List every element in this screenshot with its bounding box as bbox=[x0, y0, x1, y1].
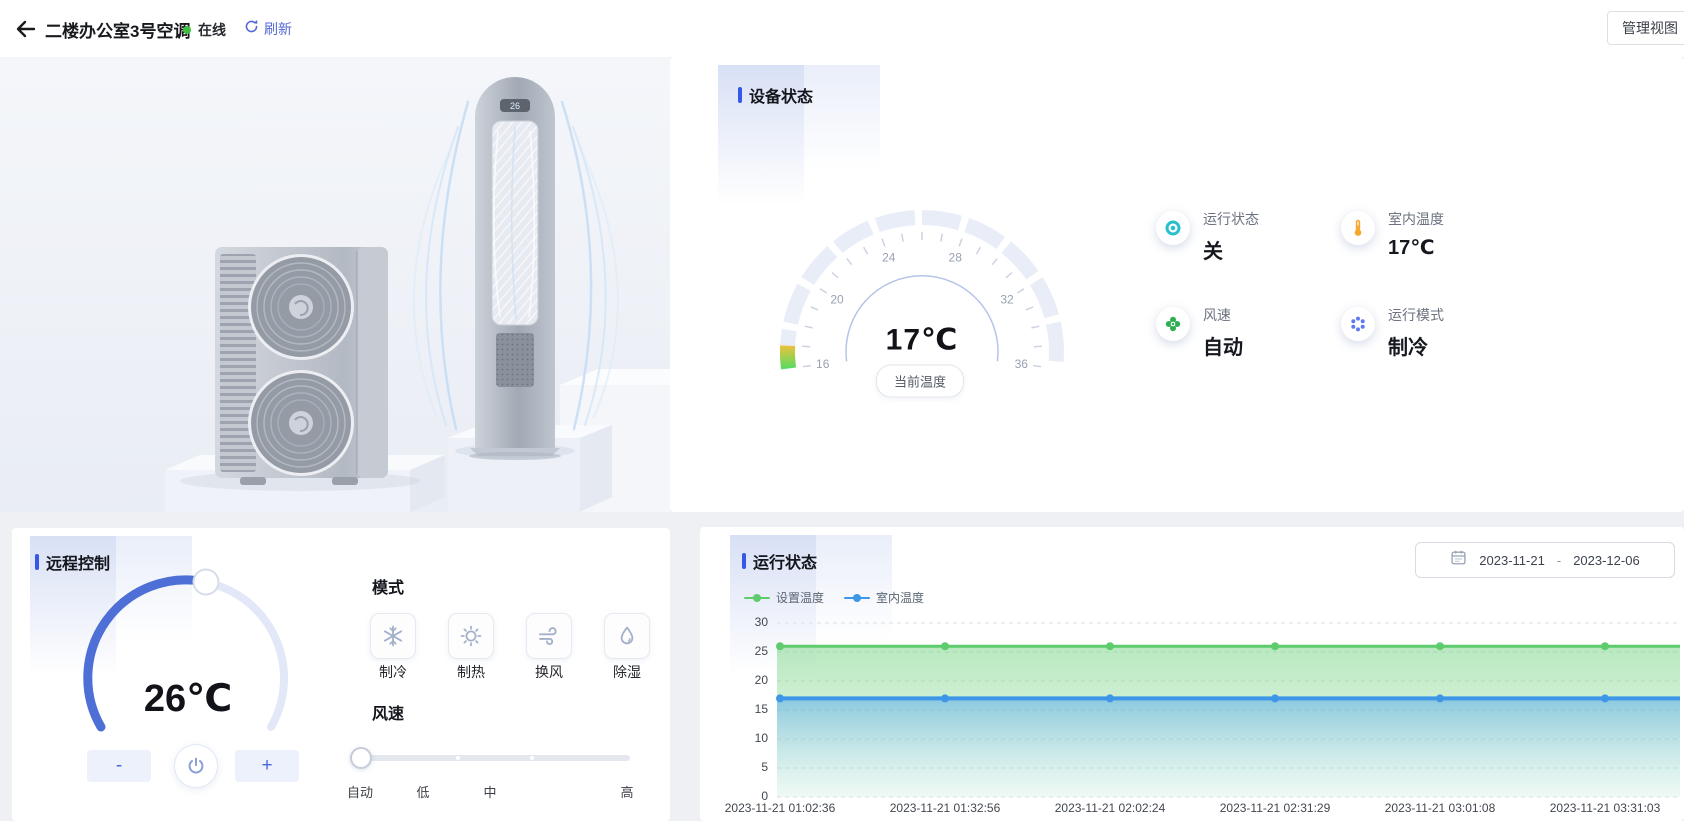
sun-icon bbox=[459, 624, 483, 648]
back-icon[interactable] bbox=[14, 17, 38, 41]
panel-deco bbox=[804, 65, 880, 183]
mode-ventilate-button[interactable] bbox=[526, 613, 572, 659]
mode-heat-button[interactable] bbox=[448, 613, 494, 659]
calendar-icon bbox=[1450, 549, 1467, 571]
chart-legend: 设置温度 室内温度 bbox=[744, 589, 924, 606]
remote-control-title: 远程控制 bbox=[35, 550, 110, 574]
current-temp-button[interactable]: 当前温度 bbox=[876, 365, 964, 398]
svg-text:16: 16 bbox=[816, 357, 830, 371]
thermometer-icon bbox=[1341, 211, 1375, 245]
date-range-picker[interactable]: 2023-11-21 - 2023-12-06 bbox=[1415, 542, 1675, 578]
mode-dehumidify-label: 除湿 bbox=[604, 662, 650, 682]
device-status-title: 设备状态 bbox=[738, 83, 813, 107]
dial-knob[interactable] bbox=[194, 570, 219, 595]
droplet-icon bbox=[615, 624, 639, 648]
y-axis-label: 15 bbox=[726, 702, 768, 716]
fan-level-high[interactable]: 高 bbox=[620, 782, 633, 801]
run-state-icon bbox=[1156, 211, 1190, 245]
hvac-dashboard: 二楼办公室3号空调 在线 刷新 管理视图 bbox=[0, 0, 1684, 821]
gauge-value: 17℃ bbox=[886, 323, 959, 358]
top-bar: 二楼办公室3号空调 在线 刷新 管理视图 bbox=[0, 0, 1684, 58]
date-range-start: 2023-11-21 bbox=[1479, 553, 1545, 568]
fan-section-label: 风速 bbox=[372, 700, 404, 724]
temp-decrease-button[interactable]: - bbox=[87, 750, 151, 782]
power-button[interactable] bbox=[174, 744, 218, 788]
x-axis-label: 2023-11-21 03:01:08 bbox=[1385, 801, 1496, 815]
y-axis-label: 20 bbox=[726, 673, 768, 687]
x-axis-label: 2023-11-21 01:02:36 bbox=[725, 801, 836, 815]
indoor-tower-image: 26 bbox=[469, 77, 561, 460]
date-range-end: 2023-12-06 bbox=[1573, 553, 1640, 568]
x-axis-label: 2023-11-21 01:32:56 bbox=[890, 801, 1001, 815]
fan-slider-stop bbox=[530, 756, 534, 760]
fan-icon bbox=[1156, 307, 1190, 341]
fan-level-auto[interactable]: 自动 bbox=[347, 782, 373, 801]
x-axis-label: 2023-11-21 02:02:24 bbox=[1055, 801, 1166, 815]
status-item-run-state: 运行状态 关 bbox=[1156, 209, 1259, 264]
status-item-run-mode: 运行模式 制冷 bbox=[1341, 305, 1444, 360]
fan-level-mid[interactable]: 中 bbox=[483, 782, 496, 801]
legend-item[interactable]: 室内温度 bbox=[844, 589, 924, 606]
y-axis-label: 25 bbox=[726, 644, 768, 658]
refresh-button[interactable]: 刷新 bbox=[244, 19, 292, 39]
status-item-indoor-temp: 室内温度 17℃ bbox=[1341, 209, 1444, 260]
mode-cool-button[interactable] bbox=[370, 613, 416, 659]
title-bar-icon bbox=[742, 553, 746, 569]
x-axis-label: 2023-11-21 03:31:03 bbox=[1550, 801, 1661, 815]
manage-view-button[interactable]: 管理视图 bbox=[1607, 11, 1684, 45]
y-axis-label: 30 bbox=[726, 615, 768, 629]
refresh-icon bbox=[244, 19, 259, 39]
fan-slider-stop bbox=[456, 756, 460, 760]
set-temp-value: 26℃ bbox=[144, 676, 232, 721]
mode-ventilate-label: 换风 bbox=[526, 662, 572, 682]
legend-marker-icon bbox=[744, 594, 770, 602]
snowflake-icon bbox=[381, 624, 405, 648]
refresh-label: 刷新 bbox=[264, 19, 292, 39]
fan-level-low[interactable]: 低 bbox=[416, 782, 429, 801]
legend-marker-icon bbox=[844, 594, 870, 602]
mode-section-label: 模式 bbox=[372, 574, 404, 598]
fan-slider-handle[interactable] bbox=[350, 747, 372, 769]
fan-slider-track[interactable] bbox=[360, 755, 630, 761]
tower-display: 26 bbox=[510, 101, 520, 111]
y-axis-label: 10 bbox=[726, 731, 768, 745]
svg-text:20: 20 bbox=[830, 292, 844, 306]
panel-deco bbox=[116, 536, 192, 654]
run-status-panel: 0510152025302023-11-21 01:02:362023-11-2… bbox=[700, 527, 1684, 821]
device-status-panel: 设备状态 16 20 24 28 32 36 17℃ 当前温度 运行状态 关 室内温度 1… bbox=[670, 57, 1684, 512]
mode-cool-label: 制冷 bbox=[370, 662, 416, 682]
remote-control-panel: 远程控制 26℃ - + 模式 制冷 制热 换风 除湿 风速 bbox=[12, 528, 670, 821]
wind-icon bbox=[537, 624, 561, 648]
mode-heat-label: 制热 bbox=[448, 662, 494, 682]
run-status-title: 运行状态 bbox=[742, 549, 817, 573]
online-dot-icon bbox=[183, 26, 191, 34]
x-axis-label: 2023-11-21 02:31:29 bbox=[1220, 801, 1331, 815]
device-illustration: 26 bbox=[0, 57, 670, 512]
power-icon bbox=[185, 755, 207, 777]
temp-increase-button[interactable]: + bbox=[235, 750, 299, 782]
legend-item[interactable]: 设置温度 bbox=[744, 589, 824, 606]
title-bar-icon bbox=[738, 87, 742, 103]
date-range-separator: - bbox=[1557, 553, 1561, 568]
fan-speed-slider: 自动 低 中 高 bbox=[360, 755, 630, 761]
svg-text:32: 32 bbox=[1000, 292, 1014, 306]
title-bar-icon bbox=[35, 554, 39, 570]
svg-text:28: 28 bbox=[949, 251, 963, 265]
legend-label: 室内温度 bbox=[876, 589, 924, 606]
online-label: 在线 bbox=[198, 20, 226, 40]
outdoor-unit-image bbox=[215, 247, 388, 485]
svg-text:24: 24 bbox=[882, 251, 896, 265]
legend-label: 设置温度 bbox=[776, 589, 824, 606]
online-status: 在线 bbox=[183, 20, 226, 40]
svg-text:36: 36 bbox=[1015, 357, 1029, 371]
status-item-fan-speed: 风速 自动 bbox=[1156, 305, 1243, 360]
y-axis-label: 5 bbox=[726, 760, 768, 774]
mode-icon bbox=[1341, 307, 1375, 341]
page-title: 二楼办公室3号空调 bbox=[45, 17, 190, 42]
mode-dehumidify-button[interactable] bbox=[604, 613, 650, 659]
